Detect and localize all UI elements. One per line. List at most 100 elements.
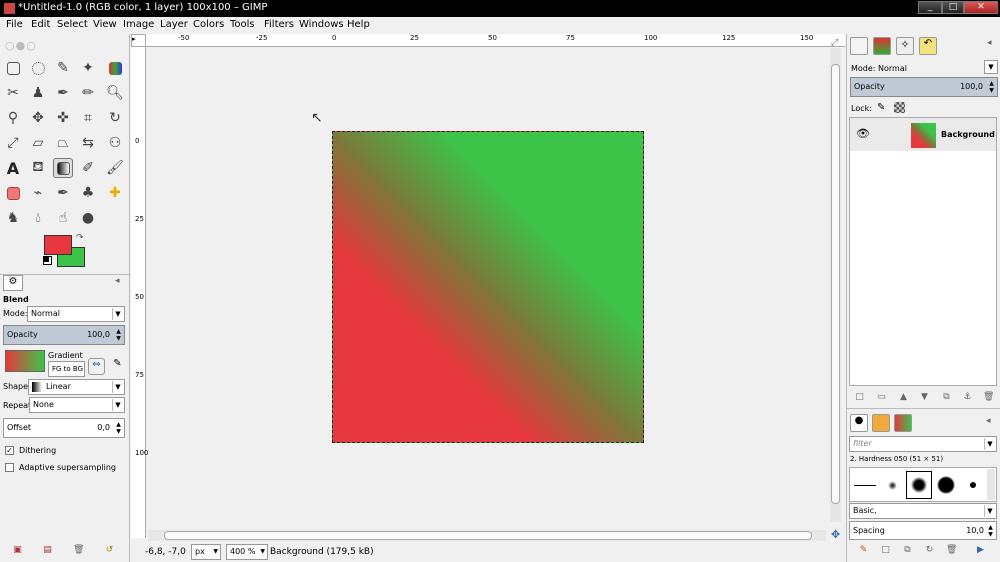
duplicate-brush-icon[interactable]: ⧉: [902, 545, 913, 556]
brush-filter-input[interactable]: filter ▼: [849, 436, 997, 452]
fuzzy-select-tool[interactable]: ✦: [78, 58, 98, 78]
open-brush-as-image-icon[interactable]: ▶: [975, 545, 986, 556]
maximize-button[interactable]: □: [942, 1, 964, 14]
perspective-clone-tool[interactable]: ♞: [3, 208, 23, 228]
quick-mask-corner-icon[interactable]: ▸: [131, 34, 146, 47]
rect-select-tool[interactable]: [3, 58, 23, 78]
navigate-icon[interactable]: ✥: [831, 528, 840, 541]
foreground-color-swatch[interactable]: [44, 235, 72, 255]
perspective-tool[interactable]: ⏢: [53, 133, 73, 153]
layer-opacity-slider[interactable]: Opacity 100,0 ▲ ▼: [850, 77, 998, 97]
shape-select[interactable]: Linear ▼: [28, 379, 125, 395]
gradient-name-field[interactable]: FG to BG: [48, 361, 85, 377]
brush-hardness-075[interactable]: [933, 471, 959, 499]
ellipse-select-tool[interactable]: [28, 58, 48, 78]
new-layer-icon[interactable]: □: [854, 392, 865, 403]
menu-view[interactable]: View: [93, 19, 117, 30]
paths-tab-icon[interactable]: ✧: [896, 37, 914, 55]
vertical-ruler[interactable]: 0 25 50 75 100: [131, 47, 148, 538]
dithering-checkbox[interactable]: ✓: [5, 446, 14, 455]
tool-options-tab-icon[interactable]: ⚙: [3, 275, 23, 291]
blend-tool[interactable]: [53, 158, 73, 178]
spin-arrows-icon[interactable]: ▲ ▼: [114, 421, 123, 435]
blur-tool[interactable]: 💧︎: [28, 208, 48, 228]
color-select-tool[interactable]: [105, 58, 125, 78]
pencil-tool[interactable]: ✐: [78, 158, 98, 178]
restore-options-icon[interactable]: ▤: [42, 545, 53, 556]
vertical-scroll-thumb[interactable]: [831, 64, 840, 504]
menu-filters[interactable]: Filters: [264, 19, 294, 30]
scissors-tool[interactable]: ✂: [3, 83, 23, 103]
new-layer-group-icon[interactable]: ▭: [876, 392, 887, 403]
brush-line[interactable]: [852, 471, 878, 499]
close-button[interactable]: ✕: [964, 1, 998, 14]
minimize-button[interactable]: _: [918, 1, 942, 14]
anchor-layer-icon[interactable]: ⚓: [962, 392, 973, 403]
text-tool[interactable]: A: [3, 158, 23, 178]
reverse-gradient-icon[interactable]: ⇔: [88, 358, 105, 375]
delete-brush-icon[interactable]: 🗑︎: [946, 545, 957, 556]
swap-colors-icon[interactable]: ↷: [76, 233, 84, 243]
crop-tool[interactable]: ⌗: [78, 108, 98, 128]
horizontal-scrollbar[interactable]: [148, 530, 826, 541]
spin-arrows-icon[interactable]: ▲ ▼: [986, 524, 995, 538]
channels-tab-icon[interactable]: [873, 37, 891, 55]
gradient-preview[interactable]: [5, 350, 45, 372]
delete-options-icon[interactable]: 🗑︎: [73, 545, 84, 556]
zoom-select[interactable]: 400 % ▼: [226, 544, 268, 560]
foreground-select-tool[interactable]: ♟: [28, 83, 48, 103]
adaptive-supersampling-checkbox[interactable]: [5, 463, 14, 472]
dodge-burn-tool[interactable]: ●: [78, 208, 98, 228]
image-canvas[interactable]: [332, 131, 644, 443]
menu-image[interactable]: Image: [123, 19, 154, 30]
flip-tool[interactable]: ⇆: [78, 133, 98, 153]
bucket-fill-tool[interactable]: ⛾: [28, 158, 48, 178]
paintbrush-tool[interactable]: 🖌︎: [105, 158, 125, 178]
edit-brush-icon[interactable]: ✎: [858, 545, 869, 556]
smudge-tool[interactable]: ☝: [53, 208, 73, 228]
lower-layer-icon[interactable]: ▼: [919, 392, 930, 403]
horizontal-ruler[interactable]: -50 -25 0 25 50 75 100 125 150: [146, 34, 845, 47]
menu-help[interactable]: Help: [347, 19, 370, 30]
layers-tab-icon[interactable]: [850, 37, 868, 55]
ink-tool[interactable]: ✒: [53, 183, 73, 203]
zoom-to-window-icon[interactable]: ⤢: [831, 38, 838, 48]
cage-transform-tool[interactable]: ⚇: [105, 133, 125, 153]
default-colors-icon[interactable]: [43, 256, 52, 265]
move-tool[interactable]: ✥: [28, 108, 48, 128]
menu-select[interactable]: Select: [57, 19, 88, 30]
raise-layer-icon[interactable]: ▲: [898, 392, 909, 403]
eraser-tool[interactable]: [3, 183, 23, 203]
brush-grid-scrollbar[interactable]: [987, 469, 995, 500]
patterns-tab-icon[interactable]: [872, 414, 890, 432]
zoom-tool[interactable]: 🔍︎: [105, 83, 125, 103]
menu-file[interactable]: File: [6, 19, 23, 30]
measure-tool[interactable]: ⚲: [3, 108, 23, 128]
opacity-slider[interactable]: Opacity 100,0 ▲ ▼: [3, 325, 125, 345]
eye-visibility-icon[interactable]: 👁︎: [856, 127, 870, 140]
clone-tool[interactable]: ♣: [78, 183, 98, 203]
menu-edit[interactable]: Edit: [31, 19, 50, 30]
brush-spacing-slider[interactable]: Spacing 10,0 ▲ ▼: [849, 521, 997, 540]
brush-hard-small[interactable]: [960, 471, 986, 499]
spin-arrows-icon[interactable]: ▲ ▼: [114, 328, 123, 342]
tab-menu-icon[interactable]: ◂: [986, 416, 991, 426]
menu-colors[interactable]: Colors: [193, 19, 224, 30]
layer-mode-dropdown-icon[interactable]: ▼: [984, 60, 998, 74]
new-brush-icon[interactable]: □: [880, 545, 891, 556]
brush-hardness-050[interactable]: [906, 471, 932, 499]
tab-menu-icon[interactable]: ◂: [987, 38, 992, 48]
lock-alpha-icon[interactable]: [894, 102, 905, 113]
unit-select[interactable]: px ▼: [191, 544, 221, 560]
horizontal-scroll-thumb[interactable]: [164, 531, 812, 540]
airbrush-tool[interactable]: ⌁: [28, 183, 48, 203]
menu-windows[interactable]: Windows: [299, 19, 344, 30]
refresh-brushes-icon[interactable]: ↻: [924, 545, 935, 556]
brush-preset-select[interactable]: Basic, ▼: [849, 503, 997, 519]
scale-tool[interactable]: ⤢: [3, 133, 23, 153]
mode-select[interactable]: Normal ▼: [27, 306, 125, 322]
menu-layer[interactable]: Layer: [160, 19, 188, 30]
reset-options-icon[interactable]: ↺: [104, 545, 115, 556]
offset-slider[interactable]: Offset 0,0 ▲ ▼: [3, 418, 125, 438]
gradients-tab-icon[interactable]: [894, 414, 912, 432]
